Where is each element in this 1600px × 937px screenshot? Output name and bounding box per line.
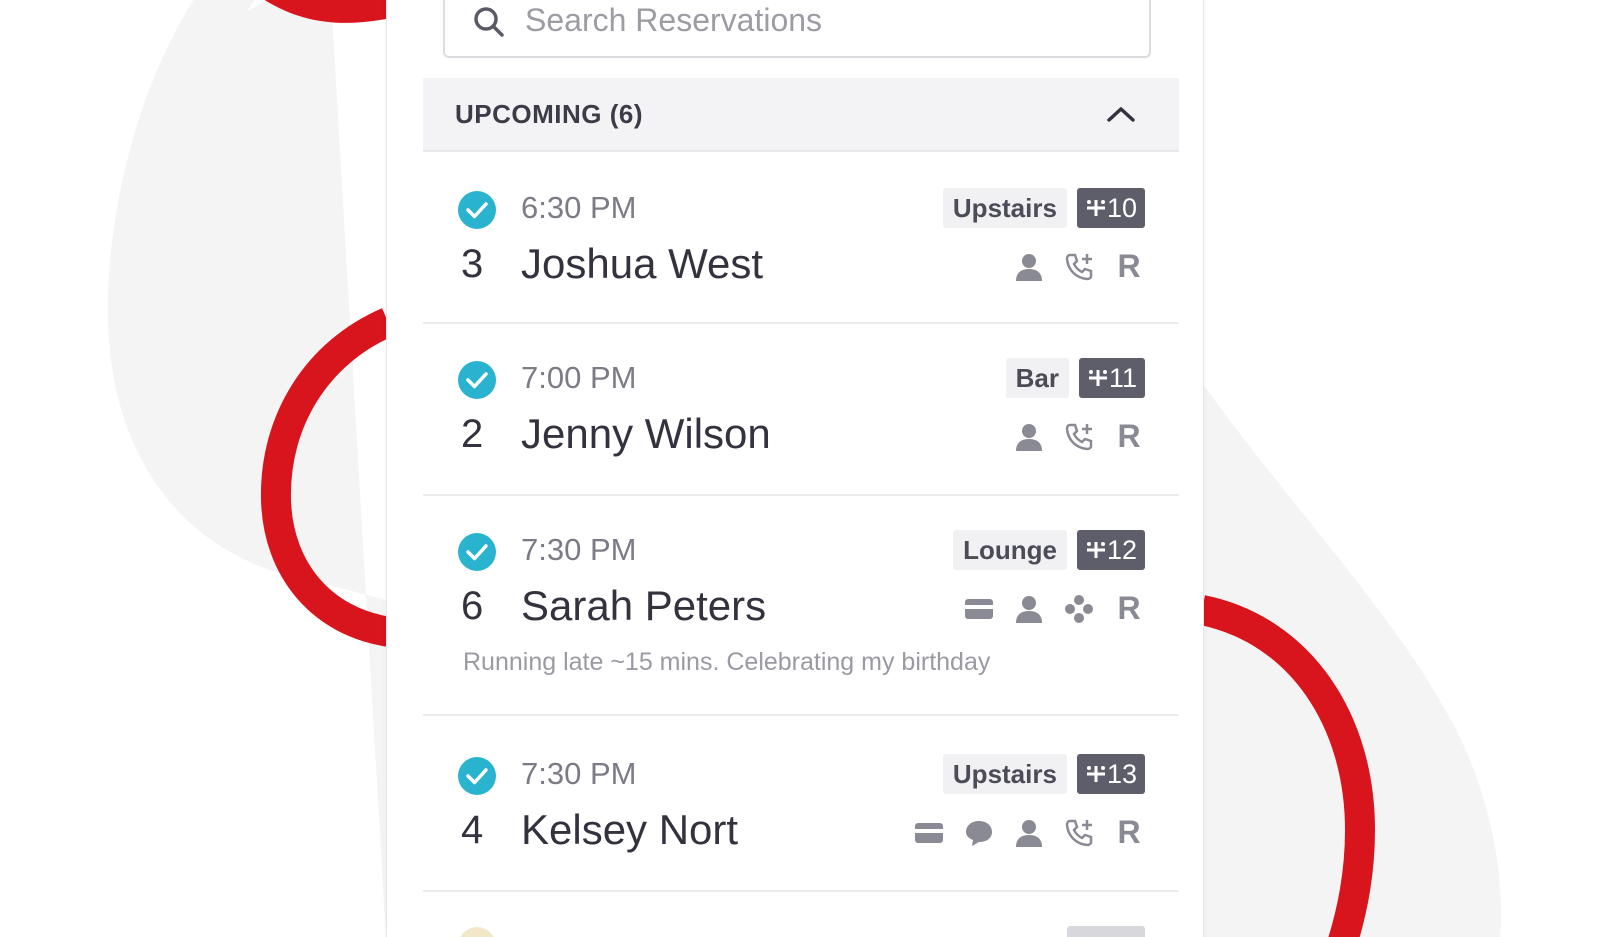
area-tag: Bar bbox=[1005, 358, 1069, 398]
reservation-row[interactable] bbox=[423, 892, 1179, 937]
check-circle-icon bbox=[457, 756, 497, 796]
card-icon bbox=[915, 822, 943, 843]
reservation-row[interactable]: 7:30 PM Upstairs 13 4 Kelsey Nort R bbox=[423, 716, 1179, 892]
check-circle-icon bbox=[457, 926, 497, 937]
area-tag: Upstairs bbox=[942, 754, 1067, 794]
guest-name: Jenny Wilson bbox=[521, 410, 771, 457]
table-icon bbox=[1086, 766, 1105, 782]
check-circle-icon bbox=[457, 532, 497, 572]
table-icon bbox=[1086, 200, 1105, 216]
table-number: 11 bbox=[1108, 363, 1137, 393]
area-tag: Upstairs bbox=[942, 188, 1067, 228]
area-tag: Lounge bbox=[953, 530, 1067, 570]
search-icon bbox=[471, 4, 507, 40]
section-title: UPCOMING (6) bbox=[455, 98, 643, 129]
reservation-icons: R bbox=[1013, 418, 1145, 455]
table-badge: 10 bbox=[1076, 188, 1145, 228]
reservation-tags: Lounge 12 bbox=[953, 530, 1145, 570]
table-number: 12 bbox=[1106, 535, 1137, 565]
table-badge: 11 bbox=[1078, 358, 1145, 398]
guest-name: Joshua West bbox=[521, 240, 764, 287]
reservation-time: 7:00 PM bbox=[521, 360, 637, 395]
person-icon bbox=[1016, 595, 1042, 623]
chevron-up-icon[interactable] bbox=[1103, 96, 1139, 132]
reservation-icons: R bbox=[963, 590, 1145, 627]
table-icon bbox=[1086, 542, 1105, 558]
phone-plus-icon bbox=[1065, 423, 1093, 450]
phone-plus-icon bbox=[1065, 819, 1093, 846]
reservation-row[interactable]: 7:00 PM Bar 11 2 Jenny Wilson R bbox=[423, 324, 1179, 496]
reservation-time: 6:30 PM bbox=[521, 190, 637, 225]
check-circle-icon bbox=[457, 360, 497, 400]
reservation-list: 6:30 PM Upstairs 10 3 Joshua West R 7:00… bbox=[423, 152, 1179, 937]
table-badge: 12 bbox=[1076, 530, 1145, 570]
upcoming-section-header[interactable]: UPCOMING (6) bbox=[423, 78, 1179, 152]
guest-name: Sarah Peters bbox=[521, 582, 767, 629]
table-number: 10 bbox=[1106, 193, 1137, 223]
flower-icon bbox=[1065, 594, 1093, 623]
search-field[interactable]: Search Reservations bbox=[443, 0, 1151, 58]
reservation-note: Running late ~15 mins. Celebrating my bi… bbox=[463, 648, 991, 676]
reservations-panel: Search Reservations UPCOMING (6) 6:30 PM… bbox=[386, 0, 1204, 937]
source-letter: R bbox=[1117, 418, 1141, 454]
search-placeholder: Search Reservations bbox=[525, 1, 823, 38]
app-stage: Search Reservations UPCOMING (6) 6:30 PM… bbox=[0, 0, 1600, 937]
reservation-time: 7:30 PM bbox=[521, 756, 637, 791]
table-icon bbox=[1088, 370, 1107, 386]
party-size: 3 bbox=[461, 242, 484, 286]
reservation-tags: Upstairs 10 bbox=[942, 188, 1145, 228]
reservation-row[interactable]: 6:30 PM Upstairs 10 3 Joshua West R bbox=[423, 152, 1179, 324]
person-icon bbox=[1016, 819, 1042, 847]
person-icon bbox=[1016, 423, 1042, 451]
source-letter: R bbox=[1117, 590, 1141, 626]
source-letter: R bbox=[1117, 814, 1141, 850]
card-icon bbox=[965, 598, 993, 619]
reservation-time: 7:30 PM bbox=[521, 532, 637, 567]
chat-icon bbox=[966, 820, 992, 846]
table-badge bbox=[1067, 926, 1145, 937]
reservation-icons: R bbox=[1013, 248, 1145, 285]
party-size: 6 bbox=[461, 584, 484, 628]
party-size: 2 bbox=[461, 412, 484, 456]
reservation-row[interactable]: 7:30 PM Lounge 12 6 Sarah Peters R Runni bbox=[423, 496, 1179, 716]
guest-name: Kelsey Nort bbox=[521, 806, 739, 853]
person-icon bbox=[1016, 253, 1042, 281]
reservation-icons: R bbox=[913, 814, 1145, 851]
source-letter: R bbox=[1117, 248, 1141, 284]
party-size: 4 bbox=[461, 808, 484, 852]
table-number: 13 bbox=[1106, 759, 1137, 789]
phone-plus-icon bbox=[1065, 253, 1093, 280]
check-circle-icon bbox=[457, 190, 497, 230]
reservation-tags: Bar 11 bbox=[1005, 358, 1145, 398]
reservation-tags: Upstairs 13 bbox=[942, 754, 1145, 794]
table-badge: 13 bbox=[1076, 754, 1145, 794]
